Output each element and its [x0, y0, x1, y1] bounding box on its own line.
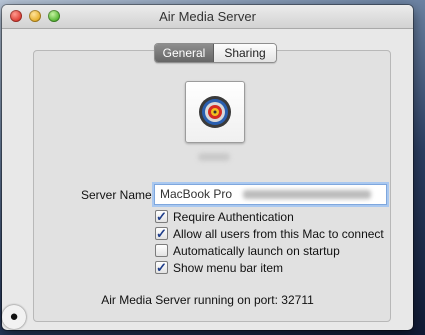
- app-icon-box: [185, 81, 245, 143]
- tab-general[interactable]: General: [155, 44, 214, 62]
- window-title: Air Media Server: [159, 9, 256, 24]
- preferences-window: Air Media Server General Sharing Server …: [2, 5, 413, 330]
- require-authentication-checkbox[interactable]: ✓: [155, 210, 168, 223]
- option-menu-bar-item[interactable]: ✓ Show menu bar item: [155, 260, 283, 275]
- auto-launch-label: Automatically launch on startup: [173, 243, 340, 258]
- menu-bar-item-checkbox[interactable]: ✓: [155, 261, 168, 274]
- option-require-authentication[interactable]: ✓ Require Authentication: [155, 209, 294, 224]
- server-name-value: MacBook Pro: [160, 187, 233, 201]
- auto-launch-checkbox[interactable]: [155, 244, 168, 257]
- server-name-field[interactable]: MacBook Pro: [154, 184, 387, 205]
- tab-bar: General Sharing: [154, 43, 277, 63]
- option-auto-launch[interactable]: Automatically launch on startup: [155, 243, 340, 258]
- target-icon: [199, 96, 231, 128]
- tab-sharing[interactable]: Sharing: [214, 44, 276, 62]
- title-bar[interactable]: Air Media Server: [2, 5, 413, 29]
- allow-all-users-label: Allow all users from this Mac to connect: [173, 226, 384, 241]
- blurred-field-text: [243, 190, 371, 199]
- blurred-device-name: [198, 153, 230, 161]
- apple-logo-watermark: ●: [2, 305, 26, 329]
- server-name-label: Server Name:: [81, 188, 156, 202]
- menu-bar-item-label: Show menu bar item: [173, 260, 284, 275]
- require-authentication-label: Require Authentication: [173, 209, 294, 224]
- server-status: Air Media Server running on port: 32711: [101, 293, 314, 307]
- allow-all-users-checkbox[interactable]: ✓: [155, 227, 168, 240]
- option-allow-all-users[interactable]: ✓ Allow all users from this Mac to conne…: [155, 226, 384, 241]
